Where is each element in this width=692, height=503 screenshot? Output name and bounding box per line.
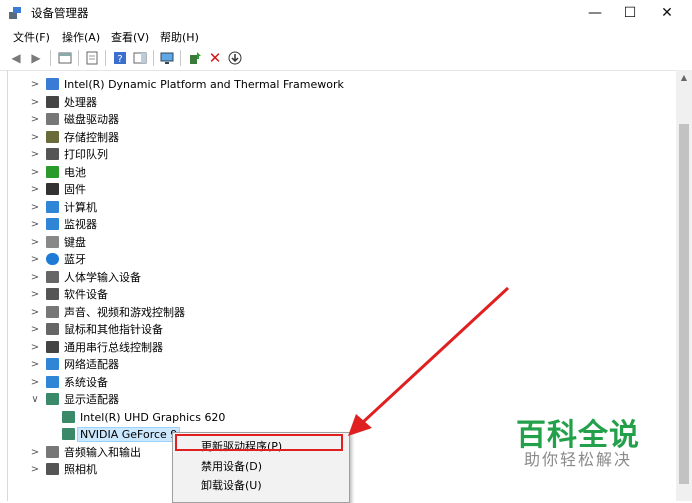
watermark-subtitle: 助你轻松解决 — [524, 450, 633, 469]
